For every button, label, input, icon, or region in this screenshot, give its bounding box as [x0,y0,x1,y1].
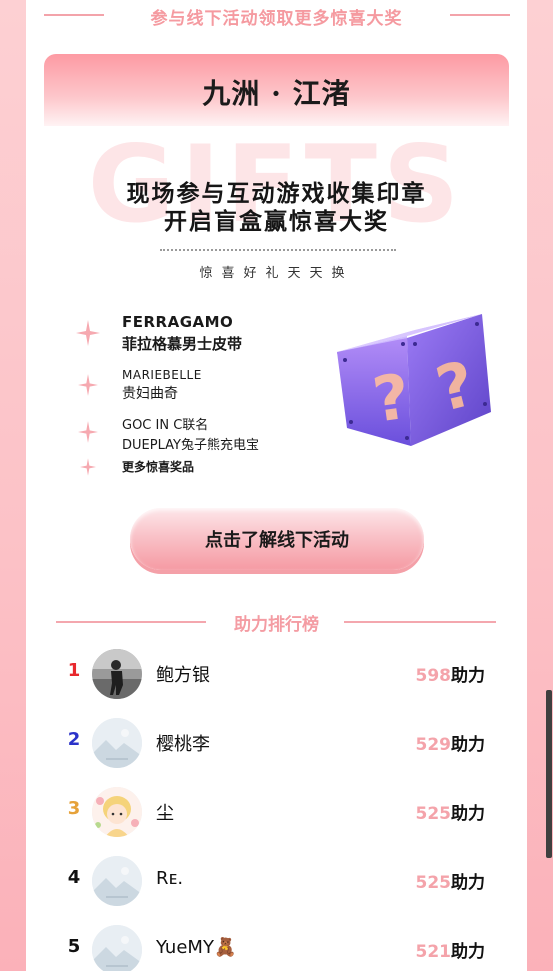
event-card: 参与线下活动领取更多惊喜大奖 九洲 · 江渚 GIFTS 现场参与互动游戏收集印… [26,0,527,971]
girl-avatar [92,787,142,837]
rank-number: 5 [67,936,81,957]
score-value: 525 [415,804,452,824]
score: 525助力 [416,799,486,824]
dotted-divider [160,249,396,251]
score: 598助力 [416,661,486,686]
placeholder-avatar [92,925,142,971]
placeholder-avatar [92,856,142,906]
score: 525助力 [416,868,486,893]
score-unit: 助力 [451,666,485,686]
prize-4-name: 更多惊喜奖品 [122,460,195,474]
prize-3-name: DUEPLAY兔子熊充电宝 [122,438,259,453]
score-value: 598 [415,666,452,686]
score-unit: 助力 [451,735,485,755]
mystery-box-icon: ? ? [337,314,491,446]
sparkle-icon [80,458,96,476]
ranking-title: 助力排行榜 [234,615,319,635]
username: 尘 [156,803,174,824]
prize-item-3: GOC IN C联名 DUEPLAY兔子熊充电宝 [122,414,259,453]
score: 529助力 [416,730,486,755]
venue-title: 九洲 · 江渚 [202,77,351,110]
promo-headline-line2: 开启盲盒赢惊喜大奖 [164,209,389,235]
rank-number: 2 [67,729,81,750]
prize-3-brand: GOC IN C联名 [122,418,209,433]
prize-item-1: FERRAGAMO 菲拉格慕男士皮带 [122,313,242,354]
username: Rᴇ. [156,868,184,889]
learn-offline-event-button[interactable]: 点击了解线下活动 [130,508,424,570]
placeholder-avatar [92,718,142,768]
prize-1-name: 菲拉格慕男士皮带 [122,335,243,353]
promo-subline: 惊喜好礼天天换 [199,266,354,281]
username: 樱桃李 [156,734,210,755]
photo-avatar [92,649,142,699]
score-unit: 助力 [451,873,485,893]
score-unit: 助力 [451,942,485,962]
promo-headline: 现场参与互动游戏收集印章 开启盲盒赢惊喜大奖 [26,180,527,236]
prize-item-2: MARIEBELLE 贵妇曲奇 [122,368,202,403]
rank-number: 3 [67,798,81,819]
banner-title: 参与线下活动领取更多惊喜大奖 [150,9,403,29]
venue-header: 九洲 · 江渚 [44,54,509,126]
page-scrollbar[interactable] [546,690,552,858]
score-value: 525 [415,873,452,893]
sparkle-icon [78,374,98,396]
prize-item-4: 更多惊喜奖品 [122,458,194,475]
ranking-row[interactable]: 5 YueMY🧸 521助力 [26,922,527,971]
rank-number: 4 [67,867,81,888]
ranking-row[interactable]: 3 尘 525助力 [26,784,527,840]
prize-2-name: 贵妇曲奇 [122,386,178,402]
ranking-row[interactable]: 4 Rᴇ. 525助力 [26,853,527,909]
rank-number: 1 [67,660,81,681]
prize-2-brand: MARIEBELLE [122,368,202,382]
username: YueMY🧸 [156,937,237,958]
ranking-row[interactable]: 2 樱桃李 529助力 [26,715,527,771]
score: 521助力 [416,937,486,962]
score-value: 529 [415,735,452,755]
sparkle-icon [76,320,100,346]
score-value: 521 [415,942,452,962]
promo-headline-line1: 现场参与互动游戏收集印章 [126,181,427,207]
username: 鲍方银 [156,665,210,686]
score-unit: 助力 [451,804,485,824]
sparkle-icon [78,421,98,443]
ranking-row[interactable]: 1 鲍方银 598助力 [26,646,527,702]
prize-1-brand: FERRAGAMO [122,313,234,331]
